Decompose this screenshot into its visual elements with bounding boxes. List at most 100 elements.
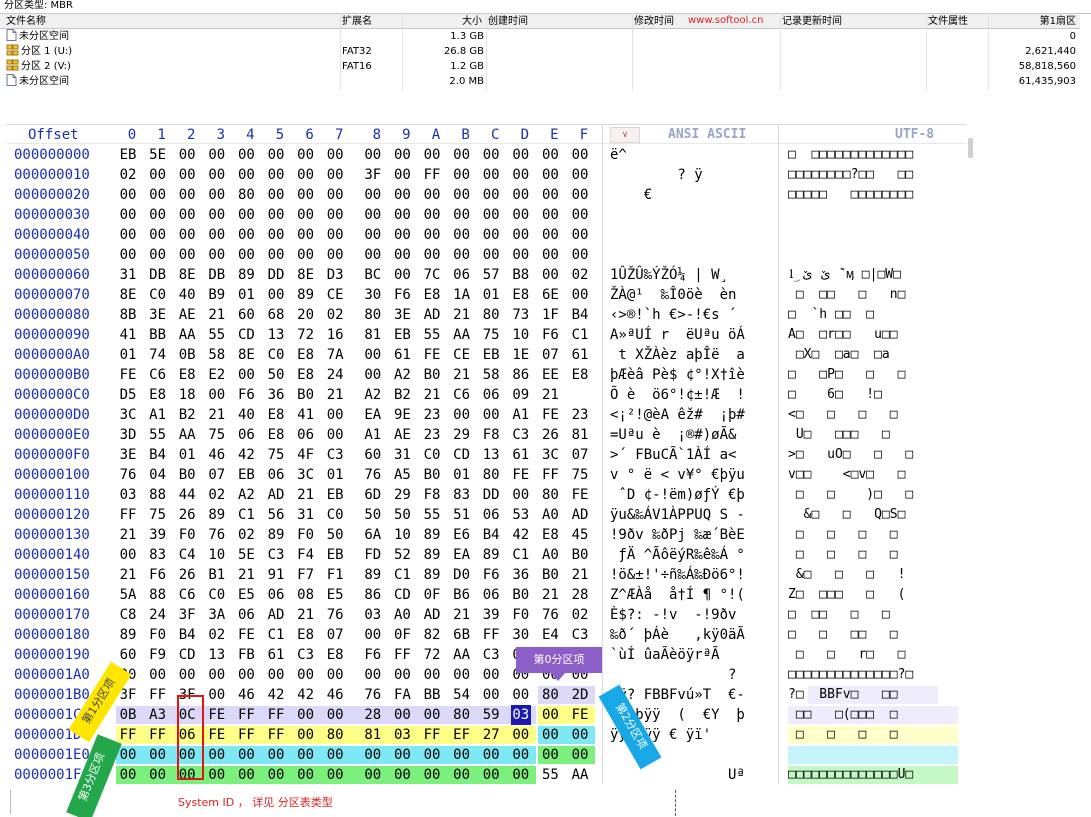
hex-byte[interactable]: 00 xyxy=(325,405,345,425)
hex-byte[interactable]: E8 xyxy=(422,285,442,305)
hex-byte[interactable]: B2 xyxy=(392,385,412,405)
hex-byte[interactable]: 00 xyxy=(266,165,286,185)
hex-byte[interactable]: AA xyxy=(177,325,197,345)
hex-byte[interactable]: 00 xyxy=(296,225,316,245)
hex-byte[interactable]: 00 xyxy=(511,145,531,165)
hex-byte[interactable]: 6B xyxy=(452,625,472,645)
hex-byte[interactable]: 00 xyxy=(236,665,256,685)
hex-byte[interactable]: 01 xyxy=(452,465,472,485)
ansi-text[interactable]: ˆD ¢-!ëm)øƒÝ €þ xyxy=(610,485,775,505)
hex-byte[interactable]: 00 xyxy=(540,745,560,765)
hex-byte[interactable]: 13 xyxy=(207,645,227,665)
hex-byte[interactable]: 88 xyxy=(148,585,168,605)
hex-byte[interactable]: 00 xyxy=(481,225,501,245)
ansi-text[interactable]: !ö&±!'÷ñ‰Á‰Ðö6°! xyxy=(610,565,775,585)
hex-byte[interactable]: 39 xyxy=(148,525,168,545)
hex-byte[interactable]: 31 xyxy=(118,265,138,285)
hex-byte[interactable]: 00 xyxy=(540,265,560,285)
hex-byte[interactable]: 6D xyxy=(363,485,383,505)
hex-byte[interactable]: 00 xyxy=(207,685,227,705)
hex-byte[interactable]: 00 xyxy=(481,165,501,185)
hex-byte[interactable]: 13 xyxy=(481,445,501,465)
hex-byte[interactable]: FE xyxy=(570,705,590,725)
hex-byte[interactable]: 0B xyxy=(118,705,138,725)
hex-byte[interactable]: 00 xyxy=(570,725,590,745)
hex-byte[interactable]: C6 xyxy=(177,585,197,605)
hex-byte[interactable]: 30 xyxy=(363,285,383,305)
ansi-text[interactable]: ? xyxy=(610,665,775,685)
hex-byte[interactable]: 00 xyxy=(452,405,472,425)
hex-byte[interactable]: A2 xyxy=(236,485,256,505)
hex-byte[interactable]: 03 xyxy=(392,725,412,745)
hex-byte[interactable]: FF xyxy=(236,705,256,725)
column-header-record-updated[interactable]: 记录更新时间 xyxy=(782,14,922,29)
hex-byte[interactable]: 21 xyxy=(570,565,590,585)
hex-byte[interactable]: AA xyxy=(452,325,472,345)
column-header-created[interactable]: 创建时间 xyxy=(488,14,628,29)
hex-byte[interactable]: 00 xyxy=(236,145,256,165)
hex-byte[interactable]: B0 xyxy=(570,545,590,565)
hex-byte[interactable]: FF xyxy=(236,725,256,745)
hex-byte[interactable]: FF xyxy=(422,165,442,185)
ansi-text[interactable]: Z^ÆÀå å†Í ¶ °!( xyxy=(610,585,775,605)
hex-byte[interactable]: 00 xyxy=(177,225,197,245)
hex-byte[interactable]: 7C xyxy=(422,265,442,285)
hex-byte[interactable]: 3F xyxy=(177,605,197,625)
hex-byte[interactable]: B0 xyxy=(422,365,442,385)
hex-byte[interactable]: 0F xyxy=(422,585,442,605)
hex-byte[interactable]: B8 xyxy=(511,265,531,285)
hex-byte[interactable]: F6 xyxy=(363,645,383,665)
ansi-text[interactable]: ë^ xyxy=(610,145,775,165)
hex-byte[interactable]: 00 xyxy=(481,205,501,225)
hex-byte[interactable]: 00 xyxy=(481,665,501,685)
hex-byte[interactable]: 01 xyxy=(236,285,256,305)
ansi-text[interactable] xyxy=(610,205,775,225)
hex-byte[interactable]: C3 xyxy=(511,425,531,445)
hex-byte[interactable]: 00 xyxy=(540,165,560,185)
hex-byte[interactable]: 61 xyxy=(570,345,590,365)
utf8-text[interactable]: □ □ )□ □ xyxy=(788,485,958,505)
hex-byte[interactable]: 00 xyxy=(296,165,316,185)
hex-byte[interactable]: 00 xyxy=(325,425,345,445)
hex-byte[interactable]: AD xyxy=(422,605,442,625)
hex-byte[interactable]: 23 xyxy=(422,425,442,445)
hex-byte[interactable]: CD xyxy=(177,645,197,665)
hex-byte[interactable]: 8E xyxy=(177,265,197,285)
hex-byte[interactable]: FB xyxy=(236,645,256,665)
utf8-text[interactable]: A□ □r□□ u□□ xyxy=(788,325,958,345)
hex-byte[interactable]: FF xyxy=(148,725,168,745)
hex-byte[interactable]: 00 xyxy=(296,665,316,685)
hex-byte[interactable]: 89 xyxy=(296,285,316,305)
hex-byte[interactable]: 80 xyxy=(540,485,560,505)
hex-byte[interactable]: 00 xyxy=(422,765,442,785)
hex-byte[interactable]: C0 xyxy=(266,345,286,365)
hex-byte[interactable]: 00 xyxy=(118,205,138,225)
hex-byte[interactable]: 00 xyxy=(363,245,383,265)
hex-byte[interactable]: 00 xyxy=(392,185,412,205)
hex-byte[interactable]: AD xyxy=(422,305,442,325)
hex-byte[interactable]: 3C xyxy=(540,445,560,465)
hex-byte[interactable]: FE xyxy=(236,625,256,645)
hex-byte[interactable]: F4 xyxy=(296,545,316,565)
ansi-text[interactable]: ‰ð´ þÁè ‚kÿ0äÃ xyxy=(610,625,775,645)
utf8-text[interactable] xyxy=(788,225,958,245)
hex-byte[interactable]: B4 xyxy=(570,305,590,325)
hex-byte[interactable]: 81 xyxy=(570,425,590,445)
hex-byte[interactable]: AA xyxy=(452,645,472,665)
hex-byte[interactable]: D3 xyxy=(325,265,345,285)
hex-byte[interactable]: 61 xyxy=(511,445,531,465)
hex-byte[interactable]: EA xyxy=(452,545,472,565)
hex-byte[interactable]: 00 xyxy=(118,545,138,565)
hex-byte[interactable]: 07 xyxy=(325,625,345,645)
hex-byte[interactable]: 21 xyxy=(452,365,472,385)
hex-byte[interactable]: F0 xyxy=(511,605,531,625)
hex-byte[interactable]: 89 xyxy=(422,525,442,545)
utf8-text[interactable]: □□□□□□□□?□□ □□ xyxy=(788,165,958,185)
ansi-text[interactable] xyxy=(610,245,775,265)
hex-byte[interactable]: 50 xyxy=(392,505,412,525)
hex-byte[interactable]: 00 xyxy=(452,745,472,765)
hex-byte[interactable]: 00 xyxy=(422,245,442,265)
utf8-text[interactable]: □ □ □□ □ xyxy=(788,625,958,645)
hex-byte[interactable]: 00 xyxy=(266,225,286,245)
hex-byte[interactable]: FF xyxy=(481,625,501,645)
